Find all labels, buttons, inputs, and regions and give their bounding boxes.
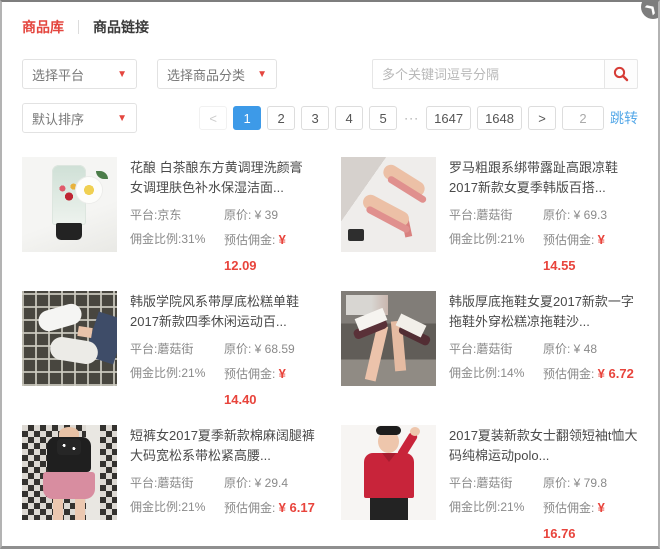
platform-value: 京东 [157,208,181,222]
product-card[interactable]: 2017夏装新款女士翻领短袖t恤大码纯棉运动polo... 平台:蘑菇街 原价:… [341,425,638,547]
commission-label: 佣金比例: [130,232,181,246]
platform-label: 平台: [449,342,476,356]
product-image-red-polo [341,425,436,520]
platform-select[interactable]: 选择平台 ▼ [22,59,137,89]
sort-select-value: 默认排序 [32,109,84,128]
search-group [372,59,638,89]
platform-select-value: 选择平台 [32,65,84,84]
commission-label: 佣金比例: [130,366,181,380]
product-picker-dialog: ❯ 商品库 商品链接 选择平台 ▼ 选择商品分类 ▼ 默认排序 [0,0,660,549]
price-label: 原价: [543,342,574,356]
product-card[interactable]: 韩版厚底拖鞋女夏2017新款一字拖鞋外穿松糕凉拖鞋沙... 平台:蘑菇街 原价:… [341,291,638,413]
pagination-page-4[interactable]: 4 [335,106,363,130]
sort-select[interactable]: 默认排序 ▼ [22,103,137,133]
platform-label: 平台: [449,208,476,222]
price-value: ¥ 79.8 [574,476,607,490]
category-select[interactable]: 选择商品分类 ▼ [157,59,277,89]
commission-label: 佣金比例: [130,500,181,514]
price-label: 原价: [224,476,255,490]
tab-product-link[interactable]: 商品链接 [93,17,149,37]
price-value: ¥ 69.3 [574,208,607,222]
product-card[interactable]: 韩版学院风系带厚底松糕单鞋2017新款四季休闲运动百... 平台:蘑菇街 原价:… [22,291,319,413]
product-title: 短裤女2017夏季新款棉麻阔腿裤大码宽松系带松紧高腰... [130,426,319,465]
pagination-page-3[interactable]: 3 [301,106,329,130]
product-image-white-shoes [22,291,117,386]
price-label: 原价: [543,208,574,222]
chevron-down-icon: ▼ [257,69,267,80]
product-image-pink-shorts [22,425,117,520]
commission-value: 21% [181,500,205,514]
product-title: 罗马粗跟系绑带露趾高跟凉鞋2017新款女夏季韩版百搭... [449,158,638,197]
search-input[interactable] [372,59,605,89]
pagination-page-1648[interactable]: 1648 [477,106,522,130]
product-image-pink-sandals [341,157,436,252]
pagination-page-1647[interactable]: 1647 [426,106,471,130]
commission-value: 31% [181,232,205,246]
estimate-label: 预估佣金: [224,233,279,247]
estimate-value: ¥ 6.17 [279,500,315,515]
page-jump-input[interactable] [562,106,604,130]
platform-label: 平台: [449,476,476,490]
platform-value: 蘑菇街 [157,342,193,356]
product-title: 2017夏装新款女士翻领短袖t恤大码纯棉运动polo... [449,426,638,465]
pagination-prev-button[interactable]: < [199,106,227,130]
product-card[interactable]: 花酿 白茶酿东方黄调理洗颜膏 女调理肤色补水保湿洁面... 平台:京东 原价: … [22,157,319,279]
sort-row: 默认排序 ▼ < 1 2 3 4 5 ··· 1647 1648 > 跳转 [22,103,638,133]
commission-value: 21% [500,232,524,246]
tab-divider [78,20,79,34]
product-image-platform-slippers [341,291,436,386]
product-card[interactable]: 罗马粗跟系绑带露趾高跟凉鞋2017新款女夏季韩版百搭... 平台:蘑菇街 原价:… [341,157,638,279]
price-label: 原价: [543,476,574,490]
platform-label: 平台: [130,476,157,490]
price-value: ¥ 48 [574,342,597,356]
pagination-ellipsis: ··· [403,111,420,125]
product-title: 韩版厚底拖鞋女夏2017新款一字拖鞋外穿松糕凉拖鞋沙... [449,292,638,331]
tab-bar: 商品库 商品链接 [22,2,638,37]
pagination-page-2[interactable]: 2 [267,106,295,130]
price-label: 原价: [224,342,255,356]
pagination-next-button[interactable]: > [528,106,556,130]
product-image-face-cleanser [22,157,117,252]
search-icon [613,66,629,82]
estimate-label: 预估佣金: [224,367,279,381]
corner-expand-icon[interactable]: ❯ [641,0,660,19]
commission-value: 14% [500,366,524,380]
platform-value: 蘑菇街 [476,342,512,356]
platform-value: 蘑菇街 [157,476,193,490]
pagination: < 1 2 3 4 5 ··· 1647 1648 > 跳转 [199,106,638,130]
product-grid: 花酿 白茶酿东方黄调理洗颜膏 女调理肤色补水保湿洁面... 平台:京东 原价: … [22,157,638,547]
platform-value: 蘑菇街 [476,476,512,490]
pagination-page-5[interactable]: 5 [369,106,397,130]
product-card[interactable]: 短裤女2017夏季新款棉麻阔腿裤大码宽松系带松紧高腰... 平台:蘑菇街 原价:… [22,425,319,547]
product-title: 花酿 白茶酿东方黄调理洗颜膏 女调理肤色补水保湿洁面... [130,158,319,197]
chevron-down-icon: ▼ [117,69,127,80]
commission-label: 佣金比例: [449,366,500,380]
page-jump-link[interactable]: 跳转 [610,108,638,128]
platform-label: 平台: [130,342,157,356]
price-value: ¥ 68.59 [255,342,295,356]
platform-label: 平台: [130,208,157,222]
pagination-page-1[interactable]: 1 [233,106,261,130]
commission-value: 21% [500,500,524,514]
estimate-label: 预估佣金: [543,233,598,247]
estimate-label: 预估佣金: [543,367,598,381]
chevron-down-icon: ▼ [117,113,127,124]
search-button[interactable] [605,59,638,89]
commission-label: 佣金比例: [449,500,500,514]
product-title: 韩版学院风系带厚底松糕单鞋2017新款四季休闲运动百... [130,292,319,331]
estimate-label: 预估佣金: [224,501,279,515]
price-value: ¥ 29.4 [255,476,288,490]
platform-value: 蘑菇街 [476,208,512,222]
filter-row: 选择平台 ▼ 选择商品分类 ▼ [22,59,638,89]
price-value: ¥ 39 [255,208,278,222]
commission-label: 佣金比例: [449,232,500,246]
commission-value: 21% [181,366,205,380]
estimate-value: ¥ 6.72 [598,366,634,381]
category-select-value: 选择商品分类 [167,65,245,84]
tab-product-library[interactable]: 商品库 [22,17,64,37]
price-label: 原价: [224,208,255,222]
estimate-label: 预估佣金: [543,501,598,515]
